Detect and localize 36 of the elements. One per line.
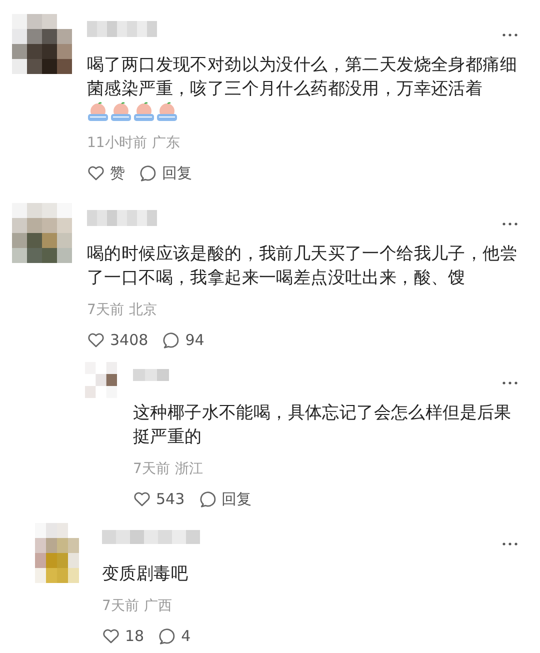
timestamp: 7天前 xyxy=(133,460,170,479)
timestamp: 11小时前 xyxy=(87,134,147,153)
heart-icon[interactable] xyxy=(133,490,151,508)
more-icon[interactable] xyxy=(502,221,518,227)
comment-icon[interactable] xyxy=(162,331,180,349)
location: 广西 xyxy=(144,597,172,616)
like-count[interactable]: 543 xyxy=(156,490,185,508)
location: 广东 xyxy=(152,134,180,153)
comment-text: 喝的时候应该是酸的，我前几天买了一个给我儿子，他尝了一口不喝，我拿起来一喝差点没吐出来，酸、馊 xyxy=(87,243,518,290)
comment-text: 喝了两口发现不对劲以为没什么，第二天发烧全身都痛细菌感染严重，咳了三个月什么药都没用，万幸还活着 xyxy=(87,54,518,101)
timestamp: 7天前 xyxy=(87,301,124,320)
sticker-icon xyxy=(156,101,178,123)
location: 浙江 xyxy=(174,460,203,479)
sticker-icon xyxy=(110,101,132,123)
more-icon[interactable] xyxy=(502,32,518,38)
comment-text: 变质剧毒吧 xyxy=(102,563,189,586)
location: 北京 xyxy=(128,301,157,320)
reply-count[interactable]: 回复 xyxy=(222,490,252,508)
like-count[interactable]: 18 xyxy=(125,627,144,645)
comment-icon[interactable] xyxy=(198,490,217,508)
sticker-icon xyxy=(133,101,155,123)
comment-text: 这种椰子水不能喝，具体忘记了会怎么样但是后果挺严重的 xyxy=(133,402,512,449)
sticker-icon xyxy=(87,101,109,123)
like-count[interactable]: 赞 xyxy=(110,164,125,182)
more-icon[interactable] xyxy=(502,541,518,547)
like-count[interactable]: 3408 xyxy=(110,331,148,349)
reply-count[interactable]: 4 xyxy=(181,627,191,645)
heart-icon[interactable] xyxy=(87,331,105,349)
comment-icon[interactable] xyxy=(139,164,157,182)
reply-count[interactable]: 回复 xyxy=(162,164,192,182)
heart-icon[interactable] xyxy=(87,164,105,182)
heart-icon[interactable] xyxy=(102,627,120,645)
comment-icon[interactable] xyxy=(158,627,176,645)
timestamp: 7天前 xyxy=(102,597,139,616)
more-icon[interactable] xyxy=(502,380,518,386)
reply-count[interactable]: 94 xyxy=(185,331,204,349)
